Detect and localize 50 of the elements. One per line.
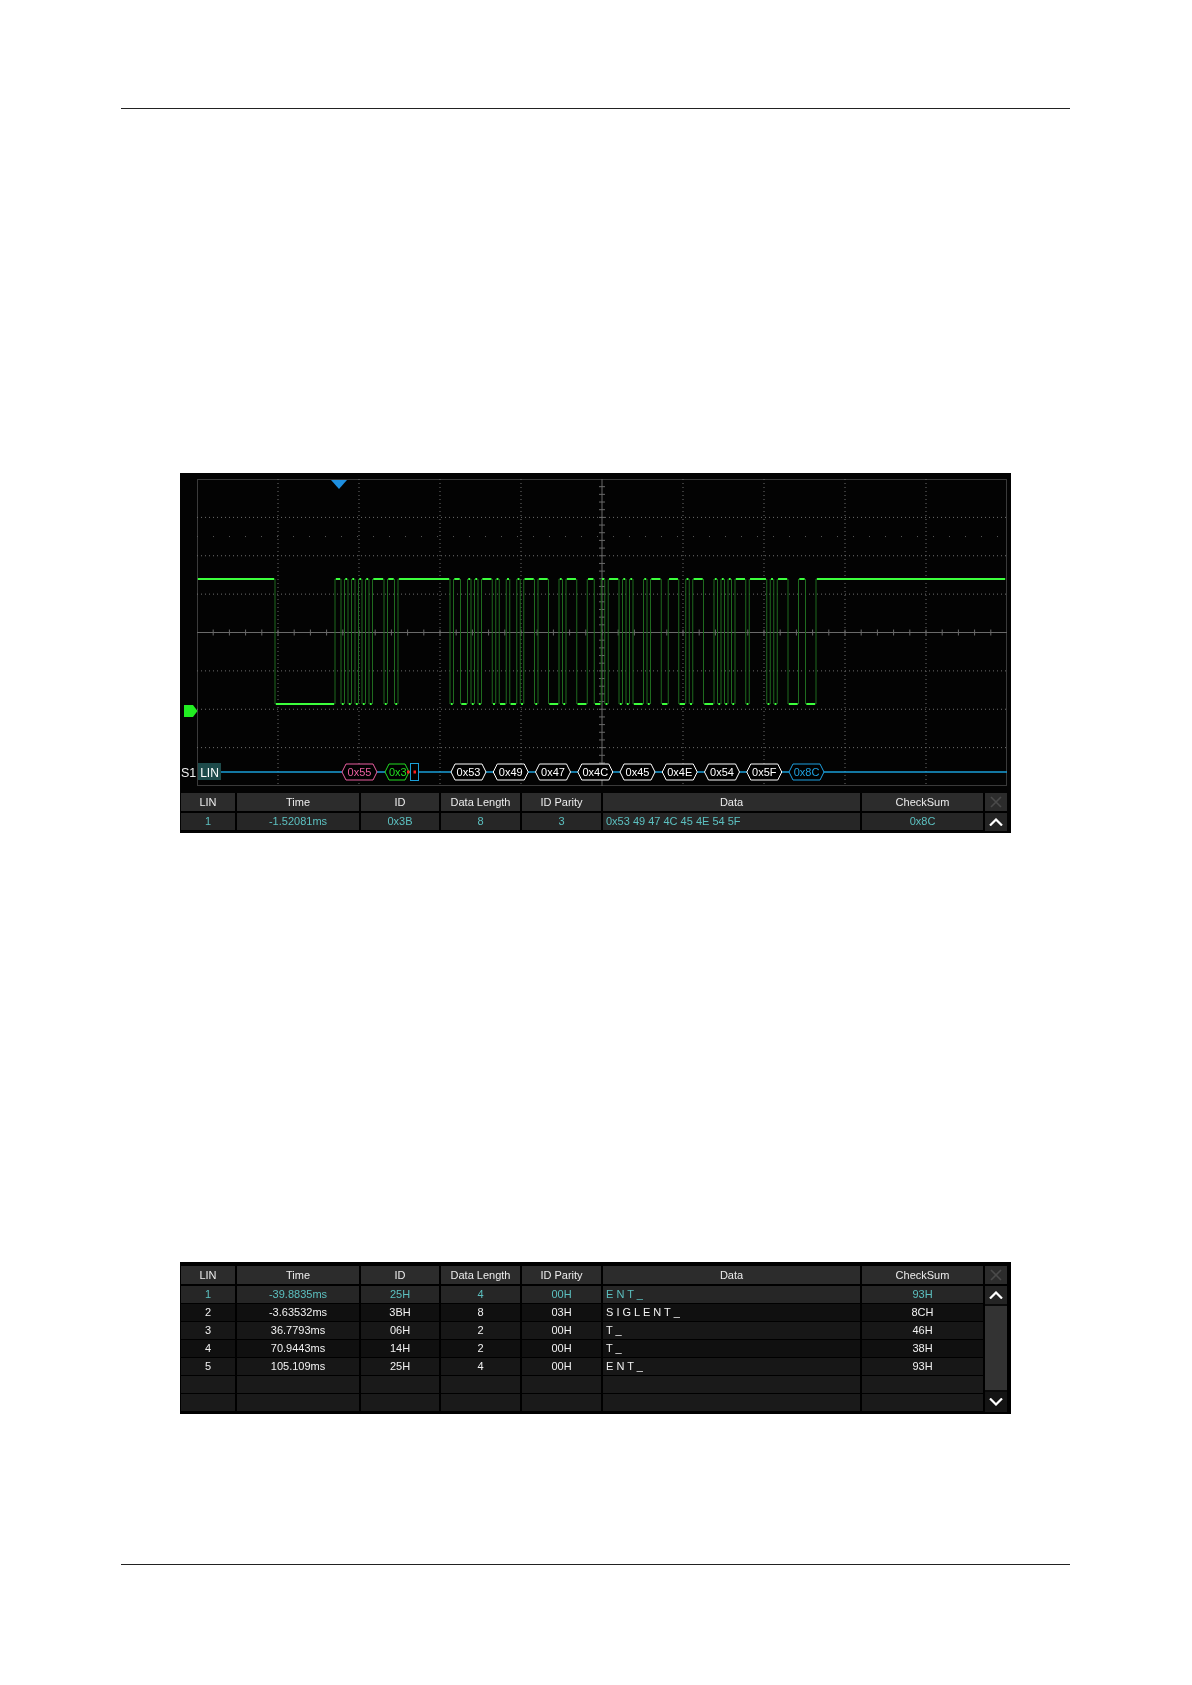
table-row[interactable]: 2 -3.63532ms 3BH 8 03H S I G L E N T _ 8CH	[181, 1304, 985, 1322]
decoded-byte: 0x49	[492, 763, 529, 781]
table-row[interactable]: 4 70.9443ms 14H 2 00H T _ 38H	[181, 1340, 985, 1358]
table-cell: -1.52081ms	[237, 813, 361, 831]
decoded-byte: 0x3	[384, 763, 410, 781]
column-header: Data	[603, 793, 862, 813]
close-icon	[990, 796, 1002, 808]
column-header: Time	[237, 1266, 361, 1286]
table-cell: 1	[181, 813, 237, 831]
table-row[interactable]: 1 -39.8835ms 25H 4 00H E N T _ 93H	[181, 1286, 985, 1304]
decoded-byte: 0x53	[450, 763, 487, 781]
column-header: ID	[361, 793, 441, 813]
decoded-byte: 0x5F	[746, 763, 783, 781]
parity-marker-icon	[407, 763, 419, 781]
chevron-up-icon	[989, 1291, 1003, 1299]
protocol-tag: LIN	[198, 763, 221, 780]
decoded-byte: 0x54	[704, 763, 740, 781]
table-cell: 8	[441, 813, 522, 831]
table-row[interactable]: 5 105.109ms 25H 4 00H E N T _ 93H	[181, 1358, 985, 1376]
column-header: ID Parity	[522, 1266, 603, 1286]
column-header: Data Length	[441, 1266, 522, 1286]
decoded-byte: 0x47	[535, 763, 571, 781]
position-marker-icon	[331, 480, 347, 489]
column-header: ID Parity	[522, 793, 603, 813]
column-header: Time	[237, 793, 361, 813]
scroll-down-button[interactable]	[985, 1392, 1007, 1412]
column-header: CheckSum	[862, 793, 985, 813]
decoded-byte: 0x8C	[788, 763, 825, 781]
column-header: Data Length	[441, 793, 522, 813]
decoded-byte: 0x4C	[577, 763, 614, 781]
scroll-up-button[interactable]	[985, 813, 1007, 831]
chevron-up-icon	[989, 818, 1003, 826]
column-header: Data	[603, 1266, 862, 1286]
column-header: CheckSum	[862, 1266, 985, 1286]
column-header: LIN	[181, 1266, 237, 1286]
column-header: LIN	[181, 793, 237, 813]
bus-label: S1	[181, 766, 197, 780]
chevron-down-icon	[989, 1398, 1003, 1406]
decoded-byte: 0x55	[341, 763, 378, 781]
decoded-byte: 0x45	[619, 763, 656, 781]
table-row[interactable]: 3 36.7793ms 06H 2 00H T _ 46H	[181, 1322, 985, 1340]
decoded-byte: 0x4E	[661, 763, 698, 781]
table-cell: 0x53 49 47 4C 45 4E 54 5F	[603, 813, 862, 831]
channel-marker-icon	[184, 705, 198, 717]
table-cell: 3	[522, 813, 603, 831]
table-cell: 0x3B	[361, 813, 441, 831]
column-header: ID	[361, 1266, 441, 1286]
close-icon	[990, 1269, 1002, 1281]
table-row[interactable]: 1 -1.52081ms 0x3B 8 3 0x53 49 47 4C 45 4E 54 5F 0x8C	[181, 813, 985, 831]
scroll-up-button[interactable]	[985, 1286, 1007, 1304]
